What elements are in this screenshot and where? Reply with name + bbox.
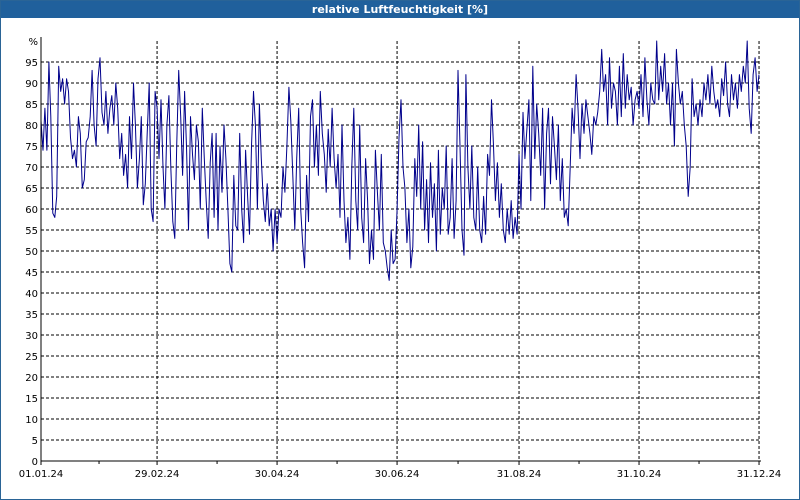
series-line-0 — [40, 40, 760, 281]
window-title: relative Luftfeuchtigkeit [%] — [1, 1, 799, 18]
x-tick-label-1: 29.02.24 — [135, 469, 180, 480]
y-tick-label-75: 75 — [25, 142, 38, 153]
y-tick-label-65: 65 — [25, 184, 38, 195]
x-tick-label-3: 30.06.24 — [375, 469, 420, 480]
humidity-line-chart: 05101520253035404550556065707580859095% … — [19, 37, 782, 480]
x-tick-label-4: 31.08.24 — [497, 469, 542, 480]
series-group — [40, 40, 760, 281]
y-tick-label-90: 90 — [25, 79, 38, 90]
y-tick-label-25: 25 — [25, 352, 38, 363]
y-tick-label-15: 15 — [25, 394, 38, 405]
y-tick-label-80: 80 — [25, 121, 38, 132]
x-tick-label-2: 30.04.24 — [255, 469, 300, 480]
x-tick-label-5: 31.10.24 — [617, 469, 662, 480]
chart-window: relative Luftfeuchtigkeit [%] 0 5 10 15 20 25… — [0, 0, 800, 500]
y-tick-label-45: 45 — [25, 268, 38, 279]
y-tick-label-10: 10 — [25, 415, 38, 426]
y-tick-label-55: 55 — [25, 226, 38, 237]
x-tick-label-6: 31.12.24 — [737, 469, 782, 480]
x-tick-label-0: 01.01.24 — [19, 469, 64, 480]
y-tick-label-60: 60 — [25, 205, 38, 216]
x-tick-labels: 01.01.24 29.02.24 30.04.24 30.06.24 31.08.24… — [19, 469, 782, 480]
y-tick-label-35: 35 — [25, 310, 38, 321]
y-tick-label-20: 20 — [25, 373, 38, 384]
y-axis-unit-label: % — [28, 37, 38, 48]
y-tick-label-50: 50 — [25, 247, 38, 258]
y-tick-label-85: 85 — [25, 100, 38, 111]
y-tick-label-70: 70 — [25, 163, 38, 174]
y-tick-label-95: 95 — [25, 58, 38, 69]
y-tick-label-0: 0 — [32, 457, 38, 468]
y-tick-label-30: 30 — [25, 331, 38, 342]
y-tick-labels: 0 5 10 15 20 25 30 35 40 45 50 55 60 65 70 75 80 85 90 95% — [25, 37, 38, 468]
y-tick-label-40: 40 — [25, 289, 38, 300]
y-tick-label-5: 5 — [32, 436, 38, 447]
